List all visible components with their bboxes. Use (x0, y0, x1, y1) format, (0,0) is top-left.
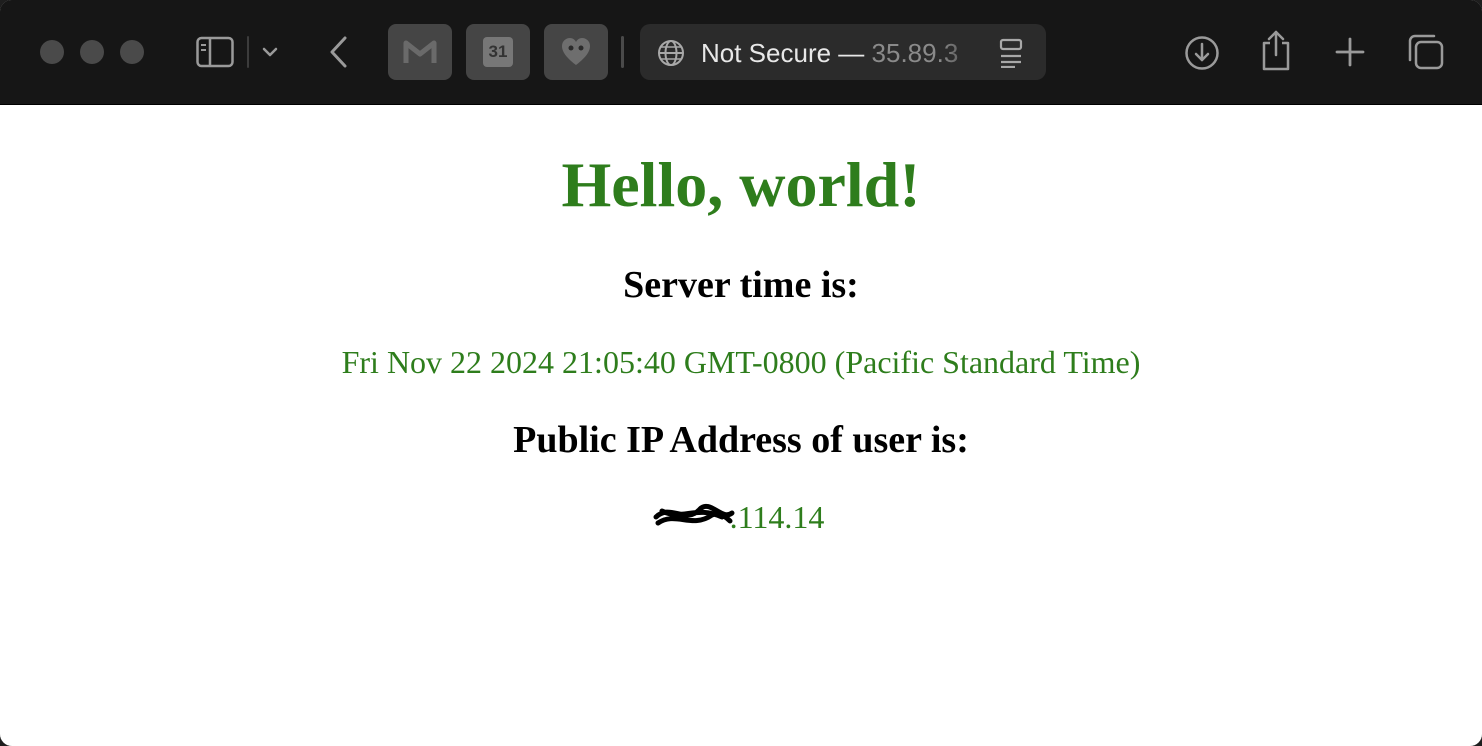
calendar-icon: 31 (483, 37, 513, 67)
page-heading: Hello, world! (561, 149, 921, 220)
reader-mode-icon[interactable] (996, 38, 1026, 68)
ip-label: Public IP Address of user is: (513, 419, 969, 461)
pinned-tab-heart[interactable] (544, 24, 608, 80)
chevron-down-icon[interactable] (259, 42, 281, 62)
redaction-scribble (653, 504, 735, 526)
address-bar[interactable]: Not Secure — 35.89.3 (640, 24, 1046, 80)
sidebar-toggle-icon[interactable] (195, 34, 235, 70)
minimize-window-button[interactable] (80, 40, 104, 64)
pinned-tab-calendar[interactable]: 31 (466, 24, 530, 80)
tabs-divider (621, 36, 624, 68)
zoom-window-button[interactable] (120, 40, 144, 64)
globe-icon (656, 38, 686, 68)
share-icon[interactable] (1259, 28, 1293, 72)
browser-window: 31 Not Secure — 35.89.3 Hello, world! Se… (0, 0, 1482, 746)
security-label: Not Secure — (701, 39, 865, 67)
ip-value: .114.14 (0, 497, 1482, 537)
close-window-button[interactable] (40, 40, 64, 64)
heart-icon (562, 38, 590, 65)
ip-value-wrapper: .114.14 (653, 497, 825, 537)
pinned-tab-gmail[interactable] (388, 24, 452, 80)
back-arrow-icon[interactable] (324, 34, 352, 70)
toolbar-divider (247, 36, 249, 68)
gmail-icon (403, 40, 437, 63)
server-time-value: Fri Nov 22 2024 21:05:40 GMT-0800 (Pacif… (341, 344, 1141, 380)
downloads-icon[interactable] (1183, 34, 1221, 72)
browser-toolbar: 31 Not Secure — 35.89.3 (0, 0, 1482, 105)
ip-visible-part: .114.14 (729, 499, 825, 535)
address-fade (940, 24, 1000, 80)
calendar-icon-date: 31 (488, 42, 508, 61)
page-content: Hello, world! Server time is: Fri Nov 22… (0, 105, 1482, 746)
address-text: Not Secure — 35.89.3 (701, 39, 979, 67)
new-tab-plus-icon[interactable] (1333, 35, 1367, 69)
tab-overview-icon[interactable] (1406, 32, 1446, 72)
server-time-label: Server time is: (623, 264, 859, 306)
